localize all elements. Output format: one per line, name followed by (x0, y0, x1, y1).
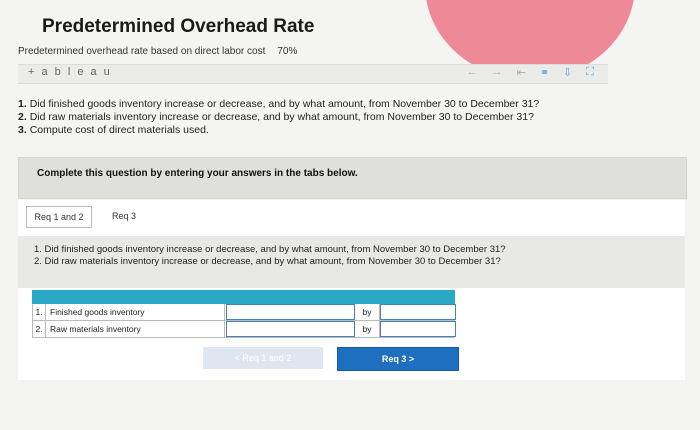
finished-goods-amount-input[interactable] (380, 304, 456, 320)
question-list: 1. Did finished goods inventory increase… (18, 98, 638, 137)
next-req-button[interactable]: Req 3 > (337, 347, 459, 371)
page-title: Predetermined Overhead Rate (42, 16, 315, 37)
answer-panel: Req 1 and 2 Req 3 1. Did finished goods … (18, 200, 685, 380)
share-icon[interactable]: ⚭ (540, 66, 549, 79)
instruction-text: Complete this question by entering your … (37, 168, 358, 179)
row-by-label: by (355, 321, 380, 337)
raw-materials-change-select[interactable] (226, 321, 355, 337)
tab-req-1-and-2[interactable]: Req 1 and 2 (26, 206, 92, 228)
finished-goods-change-select[interactable] (226, 304, 355, 320)
row-label: Finished goods inventory (47, 304, 225, 320)
tab-question-1: 1. Did finished goods inventory increase… (34, 244, 506, 255)
question-item: 3. Compute cost of direct materials used… (18, 124, 209, 136)
raw-materials-amount-input[interactable] (380, 321, 456, 337)
tab-req-3[interactable]: Req 3 (96, 206, 152, 226)
prev-req-button[interactable]: < Req 1 and 2 (203, 347, 323, 369)
forward-arrow-icon[interactable]: → (492, 66, 503, 79)
viz-percent: 70% (277, 46, 298, 57)
tab-question-2: 2. Did raw materials inventory increase … (34, 256, 501, 267)
tableau-logo: + a b l e a u (28, 66, 112, 78)
table-header (32, 290, 455, 304)
tableau-tools: ← → ⇤ ⚭ ⇩ ⛶ (467, 66, 594, 79)
row-by-label: by (355, 304, 380, 320)
question-item: 2. Did raw materials inventory increase … (18, 111, 534, 123)
row-number: 2. (33, 321, 46, 337)
table-row: 1. Finished goods inventory by (32, 304, 456, 321)
table-row: 2. Raw materials inventory by (32, 321, 456, 338)
row-label: Raw materials inventory (47, 321, 225, 337)
revert-icon[interactable]: ⇤ (517, 66, 526, 79)
tableau-toolbar: + a b l e a u ← → ⇤ ⚭ ⇩ ⛶ (18, 64, 608, 84)
question-item: 1. Did finished goods inventory increase… (18, 98, 540, 110)
tab-question-box: 1. Did finished goods inventory increase… (18, 236, 685, 288)
back-arrow-icon[interactable]: ← (467, 66, 478, 79)
instruction-box: Complete this question by entering your … (18, 157, 687, 199)
fullscreen-icon[interactable]: ⛶ (586, 66, 594, 79)
viz-header: Predetermined overhead rate based on dir… (18, 46, 297, 57)
answer-table: 1. Finished goods inventory by 2. Raw ma… (32, 290, 456, 338)
download-icon[interactable]: ⇩ (563, 66, 572, 79)
viz-label: Predetermined overhead rate based on dir… (18, 46, 266, 57)
row-number: 1. (33, 304, 46, 320)
